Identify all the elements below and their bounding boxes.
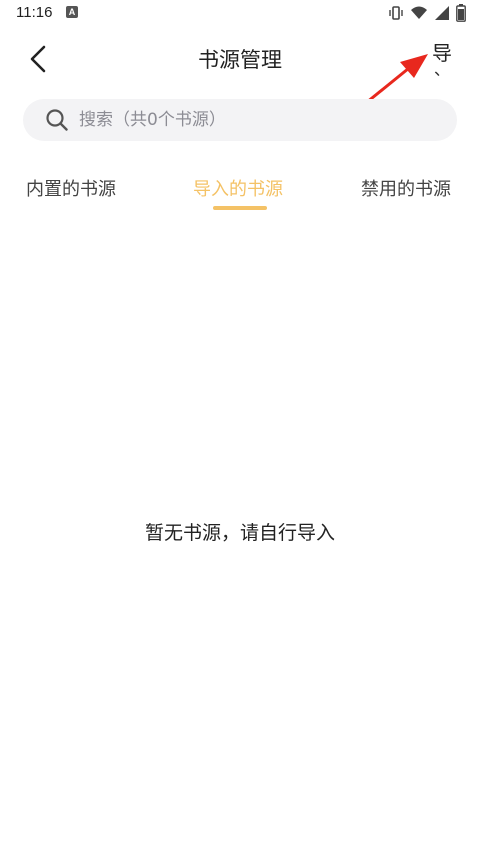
status-icons [388,4,466,22]
import-sub-label: 、 [433,60,450,79]
notification-icon: A [66,6,78,18]
tab-disabled-sources[interactable]: 禁用的书源 [361,178,451,202]
page-title: 书源管理 [198,48,282,72]
search-input[interactable]: 搜索（共0个书源） [23,99,457,141]
status-time: 11:16 [16,4,53,21]
active-tab-indicator [213,206,267,210]
tab-builtin-sources[interactable]: 内置的书源 [26,178,116,202]
import-button[interactable]: 导 、 [424,42,460,79]
status-bar: 11:16 A [0,0,480,28]
tab-imported-sources[interactable]: 导入的书源 [193,178,283,202]
vibrate-icon [389,6,403,20]
search-placeholder: 搜索（共0个书源） [79,110,226,130]
search-icon [46,109,68,131]
empty-state-message: 暂无书源，请自行导入 [144,522,335,544]
wifi-icon [411,6,427,19]
signal-icon [435,6,449,20]
nav-bar: 书源管理 导 、 [0,28,480,90]
battery-icon [456,4,466,22]
